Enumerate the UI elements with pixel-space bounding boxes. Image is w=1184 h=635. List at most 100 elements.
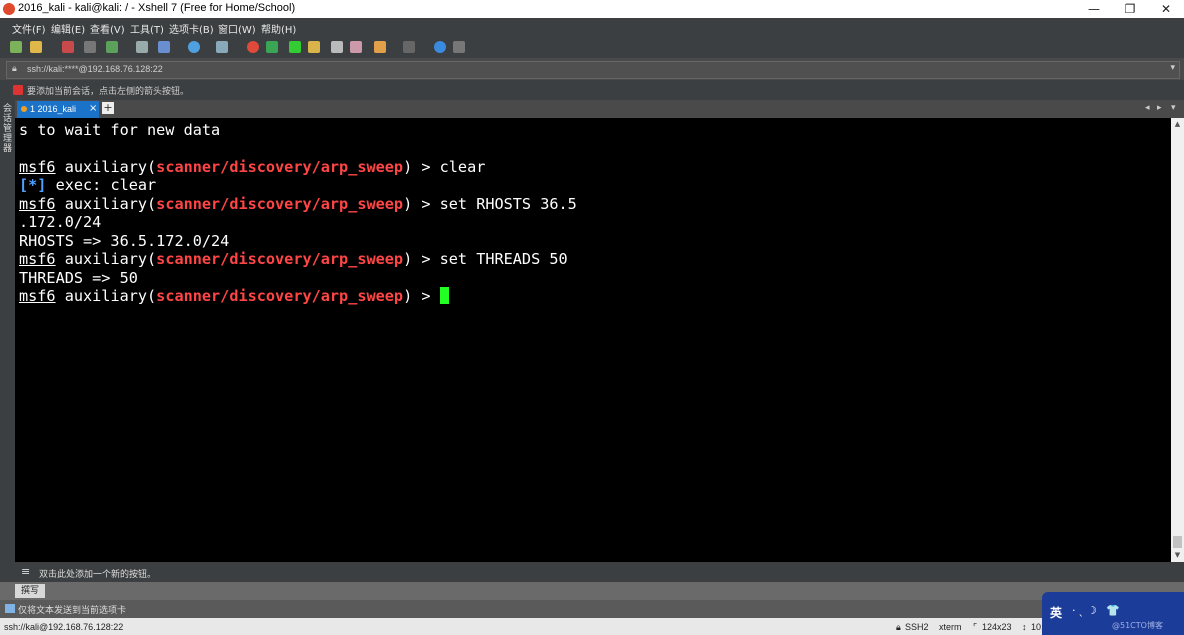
command-text: set RHOSTS 36.5 — [439, 195, 577, 213]
menu-bar: 文件(F) 编辑(E) 查看(V) 工具(T) 选项卡(B) 窗口(W) 帮助(… — [0, 18, 1184, 36]
info-tag: [*] — [19, 176, 47, 194]
quick-command-bar[interactable]: ≡ 双击此处添加一个新的按钮。 — [0, 562, 1184, 582]
prompt-module: scanner/discovery/arp_sweep — [156, 250, 404, 268]
terminal-line: s to wait for new data — [19, 121, 221, 139]
globe-icon[interactable] — [188, 41, 200, 53]
tunnel-icon[interactable] — [266, 41, 278, 53]
send-target-icon[interactable] — [5, 604, 15, 613]
session-manager-label: 会话管理器 — [2, 104, 12, 154]
hint-text: 要添加当前会话，点击左侧的箭头按钮。 — [27, 87, 190, 97]
menu-tabs[interactable]: 选项卡(B) — [169, 21, 214, 36]
prompt-msf: msf6 — [19, 250, 56, 268]
ime-language[interactable]: 英 — [1050, 604, 1062, 621]
command-text: set THREADS 50 — [439, 250, 568, 268]
open-folder-icon[interactable] — [30, 41, 42, 53]
command-text: clear — [439, 158, 486, 176]
xftp-icon[interactable] — [247, 41, 259, 53]
scroll-down-icon[interactable]: ▼ — [1171, 549, 1184, 562]
minimize-button[interactable]: — — [1076, 0, 1112, 18]
ime-toolbar[interactable]: 英 ·ˎ☽ 👕 @51CTO博客 — [1042, 592, 1184, 635]
prompt-module: scanner/discovery/arp_sweep — [156, 195, 404, 213]
prompt-msf: msf6 — [19, 158, 56, 176]
send-target-text[interactable]: 仅将文本发送到当前选项卡 — [18, 603, 126, 616]
status-bar: ssh://kali@192.168.76.128:22 🔒︎ SSH2 xte… — [0, 618, 1184, 635]
prompt-end: ) > — [403, 195, 440, 213]
menu-edit[interactable]: 编辑(E) — [51, 21, 85, 36]
prompt-end: ) > — [403, 287, 440, 305]
tab-label: 1 2016_kali — [30, 104, 77, 114]
prompt-module: scanner/discovery/arp_sweep — [156, 287, 404, 305]
menu-view[interactable]: 查看(V) — [90, 21, 125, 36]
ime-tools-icon[interactable]: ·ˎ☽ 👕 — [1072, 604, 1123, 617]
scroll-up-icon[interactable]: ▲ — [1171, 118, 1184, 131]
address-bar[interactable]: 🔒︎ ssh://kali:****@192.168.76.128:22 ▾ — [6, 61, 1180, 79]
lock-toolbar-icon[interactable] — [308, 41, 320, 53]
prompt-aux: auxiliary( — [55, 158, 157, 176]
scroll-thumb[interactable] — [1173, 536, 1182, 548]
prompt-aux: auxiliary( — [55, 287, 157, 305]
tab-2016-kali[interactable]: 1 2016_kali × — [17, 101, 99, 118]
menu-window[interactable]: 窗口(W) — [218, 21, 256, 36]
fullscreen-icon[interactable] — [289, 41, 301, 53]
properties-icon[interactable] — [158, 41, 170, 53]
tab-menu-icon[interactable]: ▾ — [1171, 103, 1176, 113]
info-text: exec: clear — [46, 176, 157, 194]
prompt-aux: auxiliary( — [55, 250, 157, 268]
tab-bar: 1 2016_kali × + ◂ ▸ ▾ — [15, 100, 1184, 118]
menu-file[interactable]: 文件(F) — [12, 21, 46, 36]
terminal-cursor — [439, 287, 449, 304]
close-button[interactable]: ✕ — [1148, 0, 1184, 18]
status-size: 124x23 — [982, 622, 1012, 632]
toolbar — [0, 36, 1184, 58]
prompt-aux: auxiliary( — [55, 195, 157, 213]
terminal-line: .172.0/24 — [19, 213, 102, 231]
xshell-app-icon — [3, 3, 15, 15]
maximize-button[interactable]: ❐ — [1112, 0, 1148, 18]
terminal-line: msf6 auxiliary(scanner/discovery/arp_swe… — [19, 250, 568, 268]
terminal[interactable]: s to wait for new data msf6 auxiliary(sc… — [15, 118, 1171, 562]
prompt-end: ) > — [403, 250, 440, 268]
new-session-icon[interactable] — [10, 41, 22, 53]
chat-icon[interactable] — [453, 41, 465, 53]
terminal-line: msf6 auxiliary(scanner/discovery/arp_swe… — [19, 158, 485, 176]
disconnect-icon[interactable] — [62, 41, 74, 53]
quick-command-hint: 双击此处添加一个新的按钮。 — [39, 570, 157, 580]
status-terminal-type: xterm — [939, 622, 962, 632]
find-icon[interactable] — [136, 41, 148, 53]
window-title: 2016_kali - kali@kali: / - Xshell 7 (Fre… — [18, 2, 296, 14]
prompt-end: ) > — [403, 158, 440, 176]
prompt-msf: msf6 — [19, 287, 56, 305]
menu-help[interactable]: 帮助(H) — [261, 21, 296, 36]
hamburger-menu-icon[interactable]: ≡ — [21, 565, 30, 578]
session-status-icon — [21, 106, 27, 112]
terminal-line: [*] exec: clear — [19, 176, 156, 194]
layout-icon[interactable] — [374, 41, 386, 53]
terminal-scrollbar[interactable]: ▲ ▼ — [1171, 118, 1184, 562]
tab-next-icon[interactable]: ▸ — [1157, 103, 1162, 113]
tab-prev-icon[interactable]: ◂ — [1145, 103, 1150, 113]
status-protocol: SSH2 — [905, 622, 929, 632]
terminal-line: msf6 auxiliary(scanner/discovery/arp_swe… — [19, 287, 449, 305]
keyboard-icon[interactable] — [331, 41, 343, 53]
menu-tools[interactable]: 工具(T) — [130, 21, 164, 36]
tab-layout-icon[interactable] — [403, 41, 415, 53]
add-tab-button[interactable]: + — [102, 102, 114, 114]
status-protocol-lock-icon: 🔒︎ — [896, 622, 901, 632]
prompt-module: scanner/discovery/arp_sweep — [156, 158, 404, 176]
bookmark-icon[interactable] — [13, 85, 23, 95]
title-bar: 2016_kali - kali@kali: / - Xshell 7 (Fre… — [0, 0, 1184, 18]
cursor-pos-icon: ↕ — [1022, 622, 1027, 632]
session-manager-panel[interactable]: 会话管理器 — [0, 100, 15, 562]
lock-icon: 🔒︎ — [12, 64, 17, 74]
send-bar: 仅将文本发送到当前选项卡 — [0, 600, 1184, 618]
transfer-icon[interactable] — [106, 41, 118, 53]
font-icon[interactable] — [216, 41, 228, 53]
reconnect-icon[interactable] — [84, 41, 96, 53]
help-icon[interactable] — [434, 41, 446, 53]
terminal-line: msf6 auxiliary(scanner/discovery/arp_swe… — [19, 195, 577, 213]
compose-button[interactable]: 撰写 — [15, 584, 45, 598]
terminal-line: RHOSTS => 36.5.172.0/24 — [19, 232, 230, 250]
script-icon[interactable] — [350, 41, 362, 53]
tab-close-icon[interactable]: × — [89, 103, 97, 114]
chevron-down-icon[interactable]: ▾ — [1170, 63, 1175, 73]
